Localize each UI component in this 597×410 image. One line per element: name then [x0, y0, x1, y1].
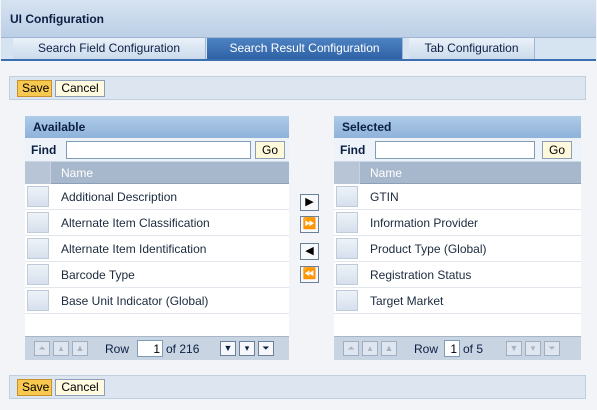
- first-page-icon: ⏶: [343, 341, 359, 356]
- row-name: Base Unit Indicator (Global): [61, 294, 209, 308]
- move-all-left-icon[interactable]: ⏪: [300, 266, 319, 283]
- move-all-right-icon[interactable]: ⏩: [300, 216, 319, 233]
- available-find-row: Find Go: [25, 138, 289, 162]
- row-selector[interactable]: [336, 290, 358, 311]
- row-name: Barcode Type: [61, 268, 135, 282]
- row-name: Registration Status: [370, 268, 472, 282]
- table-row[interactable]: Base Unit Indicator (Global): [25, 288, 289, 314]
- last-page-icon[interactable]: ⏷: [258, 341, 274, 356]
- cancel-button[interactable]: Cancel: [55, 80, 105, 97]
- selected-pager: ⏶ ▴ ▲ Row of 5 ▼ ▾ ⏷: [334, 336, 581, 360]
- selected-go-button[interactable]: Go: [542, 141, 572, 159]
- column-name-label: Name: [61, 166, 94, 180]
- save-button[interactable]: Save: [17, 80, 52, 97]
- table-row[interactable]: Target Market: [334, 288, 581, 314]
- row-down-icon: ▼: [506, 341, 522, 356]
- row-name: Target Market: [370, 294, 444, 308]
- page-up-icon: ▴: [362, 341, 378, 356]
- row-name: Product Type (Global): [370, 242, 487, 256]
- available-panel: Available Find Go Name Additional Descri…: [25, 116, 289, 360]
- row-selector[interactable]: [336, 186, 358, 207]
- row-name: Alternate Item Identification: [61, 242, 207, 256]
- row-up-icon: ▲: [72, 341, 88, 356]
- select-all-cell[interactable]: [334, 162, 360, 184]
- row-selector[interactable]: [336, 264, 358, 285]
- row-selector[interactable]: [27, 212, 49, 233]
- available-find-input[interactable]: [66, 141, 251, 159]
- selected-column-header: Name: [334, 162, 581, 184]
- find-label: Find: [31, 143, 57, 157]
- tab-search-field-configuration[interactable]: Search Field Configuration: [13, 38, 206, 59]
- available-pager: ⏶ ▴ ▲ Row of 216 ▼ ▾ ⏷: [25, 336, 289, 360]
- row-up-icon: ▲: [381, 341, 397, 356]
- first-page-icon: ⏶: [34, 341, 50, 356]
- last-page-icon: ⏷: [544, 341, 560, 356]
- row-selector[interactable]: [27, 290, 49, 311]
- row-selector[interactable]: [27, 186, 49, 207]
- page-up-icon: ▴: [53, 341, 69, 356]
- save-button[interactable]: Save: [17, 379, 52, 396]
- find-label: Find: [340, 143, 366, 157]
- available-header: Available: [25, 116, 289, 138]
- table-row[interactable]: Product Type (Global): [334, 236, 581, 262]
- table-row[interactable]: GTIN: [334, 184, 581, 210]
- table-row[interactable]: Registration Status: [334, 262, 581, 288]
- cancel-button[interactable]: Cancel: [55, 379, 105, 396]
- selected-header: Selected: [334, 116, 581, 138]
- pager-total-label: of 216: [166, 342, 200, 356]
- top-toolbar: Save Cancel: [9, 76, 586, 100]
- page-title: UI Configuration: [10, 12, 104, 26]
- row-name: GTIN: [370, 190, 399, 204]
- row-name: Alternate Item Classification: [61, 216, 210, 230]
- row-name: Information Provider: [370, 216, 479, 230]
- tab-strip: Search Field Configuration Search Result…: [1, 38, 596, 59]
- row-down-icon[interactable]: ▼: [220, 341, 236, 356]
- move-left-icon[interactable]: ◀: [300, 243, 319, 260]
- table-row[interactable]: Information Provider: [334, 210, 581, 236]
- selected-row-input[interactable]: [444, 340, 460, 357]
- table-row[interactable]: Alternate Item Identification: [25, 236, 289, 262]
- row-selector[interactable]: [27, 238, 49, 259]
- column-name-label: Name: [370, 166, 403, 180]
- pager-row-label: Row: [414, 342, 439, 356]
- table-row[interactable]: Additional Description: [25, 184, 289, 210]
- tab-search-result-configuration[interactable]: Search Result Configuration: [207, 38, 403, 59]
- tab-tab-configuration[interactable]: Tab Configuration: [409, 38, 535, 59]
- available-row-input[interactable]: [137, 340, 163, 357]
- pager-row-label: Row: [105, 342, 130, 356]
- table-row[interactable]: Alternate Item Classification: [25, 210, 289, 236]
- select-all-cell[interactable]: [25, 162, 51, 184]
- content-panel: Save Cancel Available Find Go Name Addit…: [1, 59, 596, 409]
- page-down-icon: ▾: [525, 341, 541, 356]
- title-bar: UI Configuration: [1, 0, 596, 38]
- row-selector[interactable]: [336, 238, 358, 259]
- row-selector[interactable]: [27, 264, 49, 285]
- page-down-icon[interactable]: ▾: [239, 341, 255, 356]
- row-name: Additional Description: [61, 190, 178, 204]
- move-right-icon[interactable]: ▶: [300, 194, 319, 211]
- available-column-header: Name: [25, 162, 289, 184]
- selected-find-row: Find Go: [334, 138, 581, 162]
- available-go-button[interactable]: Go: [255, 141, 285, 159]
- row-selector[interactable]: [336, 212, 358, 233]
- pager-total-label: of 5: [463, 342, 484, 356]
- selected-find-input[interactable]: [375, 141, 535, 159]
- bottom-toolbar: Save Cancel: [9, 375, 586, 399]
- selected-panel: Selected Find Go Name GTIN Information P…: [334, 116, 581, 360]
- table-row[interactable]: Barcode Type: [25, 262, 289, 288]
